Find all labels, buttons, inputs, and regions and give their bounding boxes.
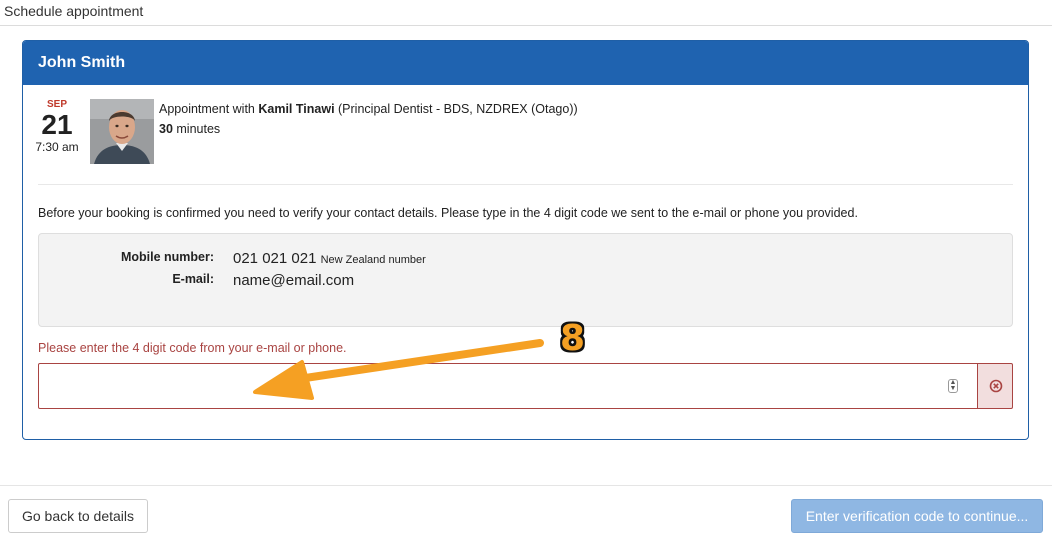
divider (38, 184, 1013, 185)
provider-photo-image (90, 99, 154, 164)
mobile-value-line: 021 021 021 New Zealand number (233, 250, 426, 267)
panel-heading: John Smith (23, 41, 1028, 85)
error-circle-icon (989, 379, 1003, 393)
contact-details-well: Mobile number: 021 021 021 New Zealand n… (38, 233, 1013, 327)
appointment-provider-line: Appointment with Kamil Tinawi (Principal… (159, 102, 578, 116)
verification-instructions: Before your booking is confirmed you nee… (38, 206, 858, 220)
footer-divider (0, 485, 1052, 486)
mobile-label: Mobile number: (120, 250, 214, 264)
verification-code-input[interactable] (38, 363, 978, 409)
appointment-duration-line: 30 minutes (159, 122, 220, 136)
appointment-prefix: Appointment with (159, 102, 259, 116)
page-header: Schedule appointment (0, 0, 1052, 26)
email-label: E-mail: (172, 272, 214, 286)
error-addon (977, 363, 1013, 409)
provider-photo (90, 99, 154, 164)
patient-name: John Smith (38, 54, 126, 71)
go-back-button[interactable]: Go back to details (8, 499, 148, 533)
email-value: name@email.com (233, 272, 355, 289)
date-block: SEP 21 7:30 am (30, 99, 84, 155)
continue-button[interactable]: Enter verification code to continue... (791, 499, 1043, 533)
appointment-time: 7:30 am (35, 140, 79, 154)
duration-unit: minutes (172, 122, 221, 136)
page-title: Schedule appointment (4, 3, 144, 19)
annotation-step-number: 8 (560, 318, 586, 359)
date-day: 21 (41, 109, 73, 140)
mobile-value: 021 021 021 (233, 250, 317, 267)
error-message: Please enter the 4 digit code from your … (38, 341, 347, 355)
provider-name: Kamil Tinawi (258, 102, 335, 116)
verification-code-group: ▲ ▼ (38, 363, 1013, 409)
duration-value: 30 (159, 122, 173, 136)
provider-detail: (Principal Dentist - BDS, NZDREX (Otago)… (334, 102, 578, 116)
number-spinner-icon[interactable]: ▲ ▼ (948, 379, 958, 393)
mobile-note: New Zealand number (320, 254, 426, 266)
appointment-panel: John Smith SEP 21 7:30 am Appointment wi… (22, 40, 1029, 440)
